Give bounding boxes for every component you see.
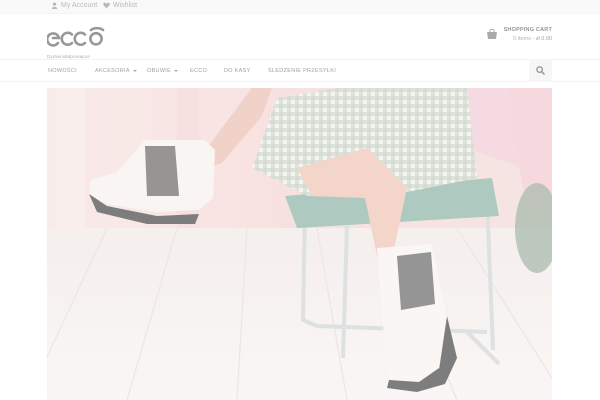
hero-banner[interactable] bbox=[47, 88, 552, 400]
cart-summary: SHOPPING CART 0 items - zł 0.00 bbox=[504, 27, 552, 42]
cart-title: SHOPPING CART bbox=[503, 27, 552, 33]
my-account-link[interactable]: My Account bbox=[51, 2, 97, 9]
search-icon bbox=[536, 66, 545, 75]
nav-label: AKCESORIA bbox=[95, 68, 130, 74]
cart-total: zł 0.00 bbox=[535, 36, 552, 42]
cart-details: 0 items - zł 0.00 bbox=[513, 36, 552, 42]
wishlist-link[interactable]: Wishlist bbox=[103, 2, 137, 9]
nav-item-nowosci[interactable]: NOWOŚCI bbox=[48, 68, 77, 74]
wood-floor bbox=[47, 228, 552, 400]
nav-label: NOWOŚCI bbox=[48, 68, 77, 74]
nav-label: ŚLEDZENIE PRZESYŁKI bbox=[268, 68, 337, 74]
nav-label: ECCO bbox=[190, 68, 208, 74]
user-icon bbox=[51, 2, 58, 9]
search-button[interactable] bbox=[529, 59, 552, 82]
nav-label: OBUWIE bbox=[147, 68, 172, 74]
top-bar: My Account Wishlist bbox=[0, 0, 600, 14]
nav-item-ecco[interactable]: ECCO bbox=[190, 68, 207, 74]
nav-label: DO KASY bbox=[224, 68, 251, 74]
chevron-down-icon bbox=[174, 70, 179, 72]
nav-item-sledzenie[interactable]: ŚLEDZENIE PRZESYŁKI bbox=[268, 68, 336, 74]
nav-item-obuwie[interactable]: OBUWIE bbox=[147, 68, 179, 74]
ecco-logo[interactable] bbox=[45, 25, 107, 51]
logo-mark bbox=[45, 26, 105, 47]
chevron-down-icon bbox=[132, 70, 137, 72]
my-account-label: My Account bbox=[61, 2, 98, 9]
wishlist-label: Wishlist bbox=[113, 2, 138, 9]
bag-icon bbox=[486, 29, 497, 39]
site-header: Dymienidulpronapce SHOPPING CART 0 items… bbox=[0, 14, 600, 60]
cart-item-count: 0 items bbox=[513, 36, 531, 42]
heart-icon bbox=[103, 2, 110, 9]
shopping-cart[interactable]: SHOPPING CART 0 items - zł 0.00 bbox=[486, 27, 552, 42]
hero-image bbox=[47, 88, 552, 400]
page: My Account Wishlist Dymienidulpronapce S… bbox=[0, 0, 600, 400]
nav-item-akcesoria[interactable]: AKCESORIA bbox=[95, 68, 137, 74]
main-navigation: NOWOŚCI AKCESORIA OBUWIE ECCO DO KASY ŚL… bbox=[0, 59, 600, 82]
nav-item-do-kasy[interactable]: DO KASY bbox=[224, 68, 251, 74]
